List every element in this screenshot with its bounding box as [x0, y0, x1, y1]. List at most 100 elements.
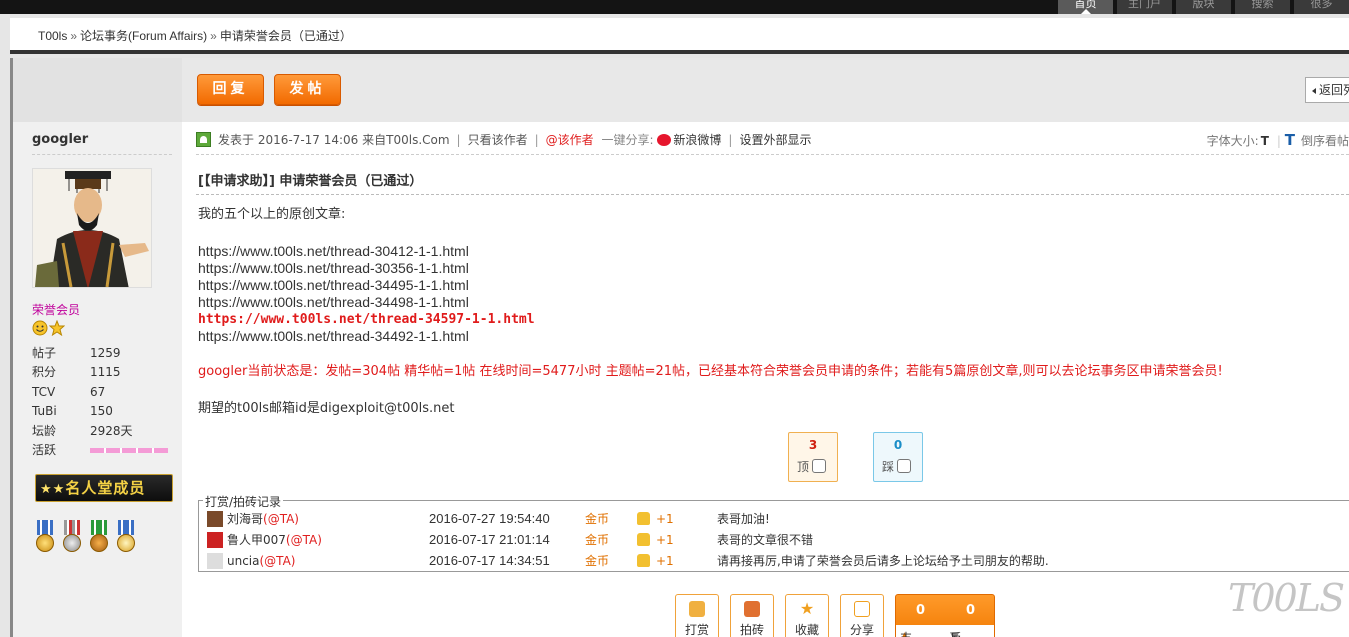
support-count: 0 [916, 603, 926, 618]
share-button[interactable]: 分享 [840, 594, 884, 637]
breadcrumb-sep: » [70, 29, 78, 43]
breadcrumb-home[interactable]: T00ls [38, 29, 67, 43]
top-bar: 首页 主门户 版块 搜索 很多 [0, 0, 1349, 14]
hall-label: 名人堂成员 [65, 479, 146, 497]
post-link[interactable]: https://www.t00ls.net/thread-34492-1-1.h… [198, 328, 1338, 345]
share-label: 一键分享: [601, 133, 654, 147]
rate-currency: 金币 [585, 512, 610, 526]
envelope-icon [854, 601, 870, 617]
support-label: 支持 [900, 629, 912, 637]
stat-value: 67 [90, 384, 106, 399]
rate-time: 2016-07-17 21:01:14 [429, 532, 550, 547]
weibo-share-link[interactable]: 新浪微博 [673, 133, 721, 147]
only-author-link[interactable]: 只看该作者 [468, 133, 528, 147]
thread-title: [【申请求助】] 申请荣誉会员（已通过） [198, 174, 423, 189]
thumbs-up-icon [637, 533, 650, 546]
rate-log-row: 鲁人甲007(@TA) 2016-07-17 21:01:14 金币 +1 表哥… [207, 530, 1337, 550]
nav-more[interactable]: 很多 [1294, 0, 1349, 14]
reply-button[interactable]: 回复 [197, 74, 264, 105]
nav-forums[interactable]: 版块 [1176, 0, 1231, 14]
rate-amount: +1 [656, 533, 674, 547]
stat-value: 2928天 [90, 423, 133, 438]
hall-stars: ★★ [40, 482, 66, 497]
rate-time: 2016-07-17 14:34:51 [429, 553, 550, 568]
medal-icon[interactable] [60, 520, 84, 554]
post-date: 发表于 2016-7-17 14:06 来自T00ls.Com [218, 133, 450, 147]
favorite-button[interactable]: ★ 收藏 [785, 594, 829, 637]
brick-button[interactable]: 拍砖 [730, 594, 774, 637]
rater-name[interactable]: 鲁人甲007 [227, 533, 286, 547]
downvote-label: 踩 [882, 460, 895, 474]
post-meta: 发表于 2016-7-17 14:06 来自T00ls.Com | 只看该作者 | @该… [196, 130, 1349, 150]
downvote-button[interactable]: 0 踩 [873, 432, 923, 482]
new-post-button[interactable]: 发帖 [274, 74, 341, 105]
nav-portal[interactable]: 主门户 [1117, 0, 1172, 14]
back-to-list-button[interactable]: 返回列表 [1305, 77, 1349, 103]
favorite-label: 收藏 [794, 623, 819, 637]
stat-label: 帖子 [32, 346, 57, 360]
post-link[interactable]: https://www.t00ls.net/thread-30356-1-1.h… [198, 260, 1338, 277]
font-large-button[interactable]: T [1285, 131, 1295, 149]
upvote-count: 3 [808, 438, 818, 452]
post-link[interactable]: https://www.t00ls.net/thread-34495-1-1.h… [198, 277, 1338, 294]
thumbs-up-icon [637, 554, 650, 567]
breadcrumb-forum[interactable]: 论坛事务(Forum Affairs) [80, 29, 207, 43]
email-request: 期望的t00ls邮箱id是digexploit@t00ls.net [198, 401, 455, 416]
avatar[interactable] [32, 168, 152, 288]
stat-age: 坛龄 2928天 [32, 422, 172, 441]
thumbs-down-icon [897, 459, 912, 473]
rate-log-row: uncia(@TA) 2016-07-17 14:34:51 金币 +1 请再接… [207, 551, 1337, 571]
at-rater-link[interactable]: (@TA) [263, 512, 299, 526]
font-small-button[interactable]: T [1261, 134, 1269, 148]
rater-name[interactable]: 刘海哥 [227, 512, 263, 526]
stat-activity: 活跃 [32, 441, 172, 460]
post-link[interactable]: https://www.t00ls.net/thread-34498-1-1.h… [198, 294, 1338, 311]
medal-icon[interactable] [87, 520, 111, 554]
nav-home[interactable]: 首页 [1058, 0, 1113, 14]
star-icon [49, 320, 65, 336]
weibo-icon [657, 134, 672, 146]
stat-tubi: TuBi 150 [32, 402, 172, 421]
author-sidebar: googler 荣誉会员 帖子 1259 积分 1115 TCV 67 TuBi… [10, 58, 182, 637]
reverse-order-link[interactable]: 倒序看帖 [1301, 134, 1349, 148]
rate-currency: 金币 [585, 554, 610, 568]
post-intro: 我的五个以上的原创文章: [198, 207, 346, 222]
post-toolbar: 回复 发帖 返回列表 [182, 58, 1349, 122]
divider [196, 154, 1349, 155]
medal-icon[interactable] [33, 520, 57, 554]
nav-search[interactable]: 搜索 [1235, 0, 1290, 14]
rate-log: 打赏/拍砖记录 刘海哥(@TA) 2016-07-27 19:54:40 金币 … [198, 493, 1349, 572]
status-message: googler当前状态是：发帖=304帖 精华帖=1帖 在线时间=5477小时 … [198, 364, 1223, 379]
back-label: 返回列表 [1319, 83, 1349, 97]
downvote-count: 0 [893, 438, 903, 452]
stat-label: TuBi [32, 404, 57, 419]
upvote-label: 顶 [797, 460, 810, 474]
oppose-count: 0 [966, 603, 976, 618]
share-label: 分享 [849, 623, 874, 637]
post-link-highlighted[interactable]: https://www.t00ls.net/thread-34597-1-1.h… [198, 311, 1338, 328]
rate-log-row: 刘海哥(@TA) 2016-07-27 19:54:40 金币 +1 表哥加油! [207, 509, 1337, 529]
medal-icon[interactable] [114, 520, 138, 554]
author-name[interactable]: googler [32, 132, 88, 147]
rater-name[interactable]: uncia [227, 554, 260, 568]
support-oppose-box: 0 0 ▲支持 ▼反对 [895, 594, 995, 637]
rate-currency: 金币 [585, 533, 610, 547]
user-avatar-icon [207, 511, 223, 527]
thumbs-up-icon [689, 601, 705, 617]
post-content: 回复 发帖 返回列表 发表于 2016-7-17 14:06 来自T00ls.C… [182, 58, 1349, 637]
at-author-link[interactable]: @该作者 [546, 133, 594, 147]
at-rater-link[interactable]: (@TA) [260, 554, 296, 568]
at-rater-link[interactable]: (@TA) [286, 533, 322, 547]
upvote-button[interactable]: 3 顶 [788, 432, 838, 482]
reward-button[interactable]: 打赏 [675, 594, 719, 637]
external-display-link[interactable]: 设置外部显示 [739, 133, 811, 147]
post: googler 荣誉会员 帖子 1259 积分 1115 TCV 67 TuBi… [10, 58, 1349, 637]
stat-label: 积分 [32, 365, 57, 380]
stat-value: 150 [90, 404, 113, 419]
user-avatar-icon [207, 553, 223, 569]
breadcrumb: T00ls» 论坛事务(Forum Affairs)» 申请荣誉会员（已通过） [10, 18, 1349, 54]
star-icon: ★ [799, 599, 815, 618]
stat-value: 1259 [90, 346, 121, 360]
post-link[interactable]: https://www.t00ls.net/thread-30412-1-1.h… [198, 243, 1338, 260]
author-stats: 帖子 1259 积分 1115 TCV 67 TuBi 150 坛龄 2928天 活跃 [32, 344, 172, 460]
